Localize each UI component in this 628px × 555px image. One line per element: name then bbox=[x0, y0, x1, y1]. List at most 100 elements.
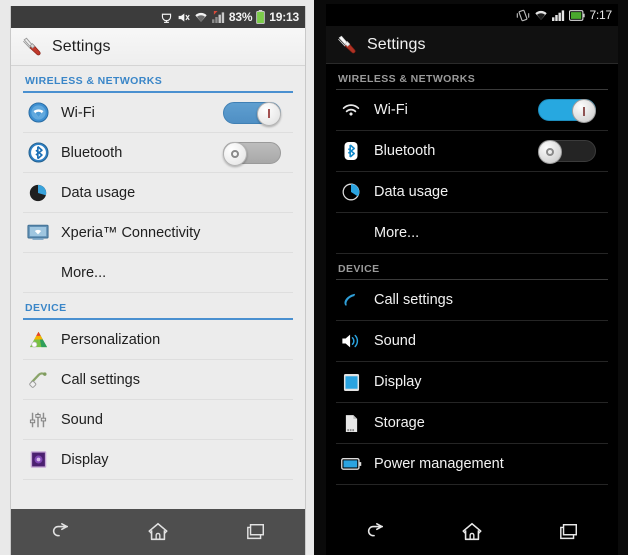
toggle-on-mark bbox=[583, 106, 585, 116]
right-settings-list[interactable]: WIRELESS & NETWORKS Wi-Fi Bluetooth Data… bbox=[326, 64, 618, 509]
settings-row-label: Storage bbox=[374, 415, 425, 431]
left-status-bar: 83% 19:13 bbox=[11, 6, 305, 28]
battery-icon bbox=[256, 10, 266, 24]
settings-row-label: Xperia™ Connectivity bbox=[61, 224, 201, 241]
wifi-signal-icon bbox=[194, 11, 208, 23]
settings-row-more[interactable]: More... bbox=[336, 213, 608, 254]
left-screen: 83% 19:13 Settings WIRELESS & NETWORKS W… bbox=[10, 6, 306, 555]
settings-row-data-usage[interactable]: Data usage bbox=[336, 172, 608, 213]
toggle-knob bbox=[538, 140, 562, 164]
display-icon bbox=[338, 373, 364, 392]
settings-row-storage[interactable]: Storage bbox=[336, 403, 608, 444]
wifi-toggle-holder bbox=[538, 99, 596, 123]
settings-row-label: More... bbox=[61, 264, 107, 281]
right-screen: 7:17 Settings WIRELESS & NETWORKS Wi-Fi … bbox=[326, 4, 618, 555]
home-nav-icon[interactable] bbox=[449, 515, 495, 549]
settings-row-power-management[interactable]: Power management bbox=[336, 444, 608, 485]
settings-row-label: Power management bbox=[374, 456, 504, 472]
sound-sliders-icon bbox=[25, 410, 51, 430]
settings-row-data-usage[interactable]: Data usage bbox=[23, 173, 293, 213]
bluetooth-toggle-holder bbox=[223, 141, 281, 166]
right-nav-bar[interactable] bbox=[326, 509, 618, 555]
wifi-icon bbox=[25, 102, 51, 123]
right-status-bar: 7:17 bbox=[326, 4, 618, 26]
personalization-icon bbox=[25, 329, 51, 350]
battery-icon bbox=[569, 9, 586, 21]
settings-row-xperia-connectivity[interactable]: Xperia™ Connectivity bbox=[23, 213, 293, 253]
settings-row-call-settings[interactable]: Call settings bbox=[336, 280, 608, 321]
bluetooth-icon bbox=[338, 141, 364, 161]
settings-row-sound[interactable]: Sound bbox=[23, 400, 293, 440]
settings-row-sound[interactable]: Sound bbox=[336, 321, 608, 362]
bluetooth-icon bbox=[25, 142, 51, 163]
page-title: Settings bbox=[52, 37, 111, 55]
toggle-on-mark bbox=[268, 109, 270, 118]
battery-management-icon bbox=[338, 457, 364, 471]
settings-wrench-icon bbox=[21, 36, 43, 58]
page-title: Settings bbox=[367, 35, 426, 53]
wifi-toggle[interactable] bbox=[538, 99, 596, 123]
settings-row-display[interactable]: Display bbox=[23, 440, 293, 480]
settings-row-call-settings[interactable]: Call settings bbox=[23, 360, 293, 400]
left-action-bar: Settings bbox=[11, 28, 305, 66]
settings-row-label: Wi-Fi bbox=[374, 102, 408, 118]
wifi-signal-icon bbox=[534, 9, 548, 21]
left-settings-list[interactable]: WIRELESS & NETWORKS Wi-Fi Bluetooth Data… bbox=[11, 66, 305, 509]
settings-row-label: More... bbox=[374, 225, 420, 241]
left-phone: 83% 19:13 Settings WIRELESS & NETWORKS W… bbox=[0, 0, 314, 555]
usb-debug-icon bbox=[160, 11, 173, 24]
settings-row-label: Bluetooth bbox=[61, 144, 123, 161]
settings-wrench-icon bbox=[336, 34, 358, 56]
settings-row-partial[interactable] bbox=[23, 480, 293, 490]
settings-row-bluetooth[interactable]: Bluetooth bbox=[23, 133, 293, 173]
recents-nav-icon[interactable] bbox=[233, 515, 279, 549]
settings-row-more[interactable]: More... bbox=[23, 253, 293, 293]
cellular-signal-icon bbox=[552, 9, 565, 21]
battery-percent-label: 83% bbox=[228, 10, 253, 24]
bluetooth-toggle-holder bbox=[538, 140, 596, 164]
wifi-toggle[interactable] bbox=[223, 101, 281, 126]
back-nav-icon[interactable] bbox=[37, 515, 83, 549]
cellular-signal-icon bbox=[211, 11, 225, 23]
settings-row-label: Sound bbox=[61, 411, 103, 428]
toggle-knob bbox=[257, 101, 281, 126]
xperia-connectivity-icon bbox=[25, 224, 51, 241]
section-header-wireless: WIRELESS & NETWORKS bbox=[23, 66, 293, 93]
settings-row-label: Display bbox=[61, 451, 109, 468]
toggle-off-mark bbox=[546, 148, 554, 156]
data-usage-icon bbox=[25, 183, 51, 203]
bluetooth-toggle[interactable] bbox=[223, 141, 281, 166]
settings-row-bluetooth[interactable]: Bluetooth bbox=[336, 131, 608, 172]
recents-nav-icon[interactable] bbox=[546, 515, 592, 549]
settings-row-label: Sound bbox=[374, 333, 416, 349]
settings-row-wifi[interactable]: Wi-Fi bbox=[336, 90, 608, 131]
toggle-knob bbox=[572, 99, 596, 123]
vibrate-icon bbox=[516, 9, 530, 22]
mute-icon bbox=[177, 11, 190, 24]
data-usage-icon bbox=[338, 182, 364, 202]
wifi-toggle-holder bbox=[223, 101, 281, 126]
display-icon bbox=[25, 450, 51, 469]
bluetooth-toggle[interactable] bbox=[538, 140, 596, 164]
speaker-icon bbox=[338, 332, 364, 350]
storage-icon bbox=[338, 414, 364, 433]
section-header-device: DEVICE bbox=[23, 293, 293, 320]
settings-row-label: Data usage bbox=[61, 184, 136, 201]
settings-row-label: Call settings bbox=[61, 371, 140, 388]
settings-row-personalization[interactable]: Personalization bbox=[23, 320, 293, 360]
settings-row-display[interactable]: Display bbox=[336, 362, 608, 403]
settings-row-label: Data usage bbox=[374, 184, 449, 200]
section-header-device: DEVICE bbox=[336, 254, 608, 280]
section-header-wireless: WIRELESS & NETWORKS bbox=[336, 64, 608, 90]
home-nav-icon[interactable] bbox=[135, 515, 181, 549]
settings-row-label: Call settings bbox=[374, 292, 453, 308]
settings-row-label: Display bbox=[374, 374, 422, 390]
toggle-off-mark bbox=[231, 149, 239, 158]
settings-row-label: Wi-Fi bbox=[61, 104, 95, 121]
left-nav-bar[interactable] bbox=[11, 509, 305, 555]
back-nav-icon[interactable] bbox=[352, 515, 398, 549]
settings-row-label: Personalization bbox=[61, 331, 161, 348]
call-settings-icon bbox=[25, 369, 51, 390]
settings-row-wifi[interactable]: Wi-Fi bbox=[23, 93, 293, 133]
wifi-icon bbox=[338, 102, 364, 118]
